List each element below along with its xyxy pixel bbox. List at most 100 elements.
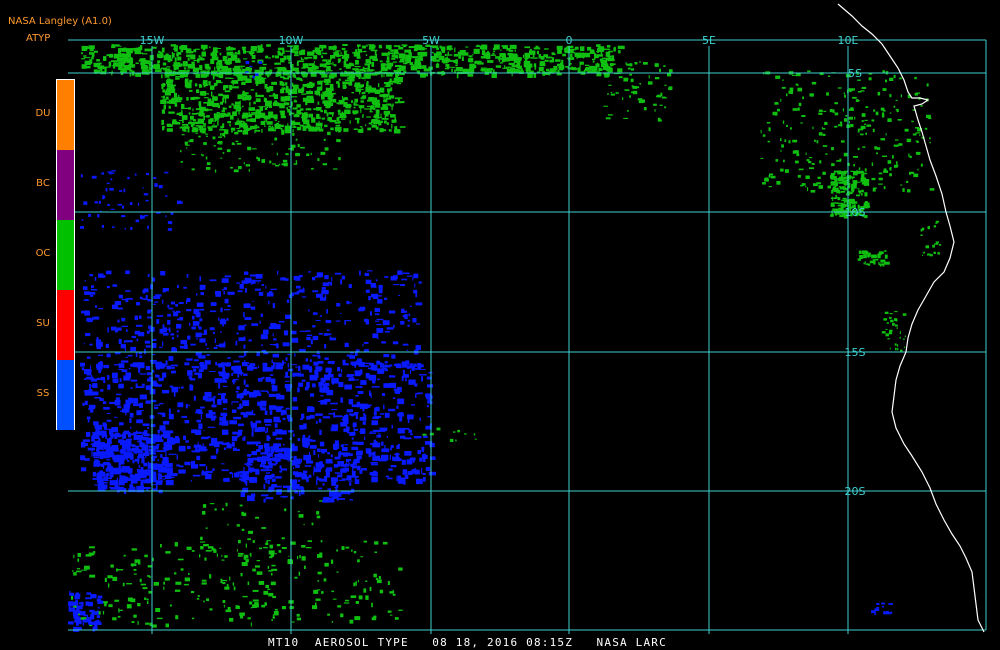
oc-pixel	[174, 542, 178, 547]
ss-pixel	[106, 412, 111, 414]
oc-pixel	[141, 65, 148, 70]
ss-pixel	[162, 447, 170, 450]
ss-pixel	[103, 364, 110, 369]
ss-pixel	[355, 413, 358, 420]
oc-pixel	[441, 74, 443, 76]
oc-pixel	[861, 120, 865, 122]
ss-pixel	[331, 424, 339, 429]
oc-pixel	[316, 86, 321, 91]
ss-pixel	[252, 300, 254, 303]
oc-pixel	[161, 119, 164, 125]
ss-pixel	[139, 436, 148, 440]
ss-pixel	[358, 362, 365, 367]
ss-pixel	[322, 282, 329, 287]
ss-pixel	[96, 377, 101, 380]
oc-pixel	[112, 576, 118, 581]
oc-pixel	[314, 55, 317, 60]
oc-pixel	[859, 192, 861, 194]
ss-pixel	[307, 407, 310, 413]
ss-pixel	[94, 305, 98, 308]
oc-pixel	[805, 152, 807, 155]
oc-pixel	[266, 121, 273, 125]
oc-pixel	[259, 106, 263, 112]
ss-pixel	[167, 221, 172, 224]
oc-pixel	[369, 86, 372, 89]
oc-pixel	[274, 137, 278, 141]
ss-pixel	[156, 319, 160, 324]
oc-pixel	[816, 140, 819, 144]
ss-pixel	[391, 354, 396, 359]
oc-pixel	[609, 63, 614, 67]
oc-pixel	[873, 109, 876, 112]
oc-pixel	[922, 254, 924, 256]
oc-pixel	[177, 56, 182, 61]
oc-pixel	[327, 101, 332, 104]
oc-pixel	[168, 99, 173, 104]
oc-pixel	[768, 186, 772, 188]
ss-pixel	[323, 496, 329, 503]
ss-pixel	[368, 296, 371, 301]
ss-pixel	[337, 498, 345, 500]
oc-pixel	[800, 122, 803, 124]
ss-pixel	[136, 399, 139, 403]
oc-pixel	[164, 55, 172, 60]
ss-pixel	[168, 307, 174, 310]
oc-pixel	[198, 135, 201, 138]
oc-pixel	[250, 125, 255, 129]
ss-pixel	[329, 282, 333, 286]
ss-pixel	[407, 324, 410, 327]
ss-pixel	[413, 363, 417, 367]
ss-pixel	[139, 394, 147, 400]
oc-pixel	[336, 102, 339, 104]
oc-pixel	[864, 261, 866, 265]
oc-pixel	[142, 587, 148, 590]
ss-pixel	[384, 368, 388, 372]
ss-pixel	[415, 302, 423, 306]
ss-pixel	[125, 372, 132, 378]
oc-pixel	[395, 65, 402, 68]
oc-pixel	[848, 108, 854, 111]
oc-pixel	[178, 112, 183, 116]
oc-pixel	[760, 157, 764, 159]
oc-pixel	[176, 52, 179, 57]
oc-pixel	[73, 572, 77, 576]
oc-pixel	[360, 97, 365, 100]
oc-pixel	[182, 118, 184, 124]
oc-pixel	[355, 49, 358, 55]
ss-pixel	[245, 481, 248, 484]
oc-pixel	[108, 61, 112, 67]
oc-pixel	[225, 502, 228, 507]
ss-pixel	[283, 496, 286, 498]
oc-pixel	[797, 87, 803, 92]
oc-pixel	[353, 102, 356, 106]
ss-pixel	[309, 414, 315, 419]
oc-pixel	[108, 604, 113, 608]
ss-pixel	[110, 487, 119, 490]
oc-pixel	[878, 183, 883, 185]
oc-pixel	[218, 93, 224, 97]
ss-pixel	[84, 378, 87, 380]
ss-pixel	[376, 323, 382, 326]
oc-pixel	[252, 540, 255, 543]
ss-pixel	[218, 371, 226, 374]
oc-pixel	[126, 583, 132, 585]
oc-pixel	[885, 79, 888, 83]
oc-pixel	[895, 108, 899, 111]
ss-pixel	[218, 317, 220, 321]
ss-pixel	[349, 499, 353, 501]
oc-pixel	[851, 184, 857, 189]
ss-pixel	[186, 298, 191, 302]
oc-pixel	[569, 62, 571, 66]
ss-pixel	[242, 488, 246, 491]
oc-pixel	[231, 80, 239, 84]
oc-pixel	[884, 250, 887, 252]
ss-pixel	[104, 447, 106, 450]
ss-pixel	[140, 467, 144, 471]
oc-pixel	[313, 51, 315, 54]
oc-pixel	[653, 103, 657, 106]
oc-pixel	[177, 63, 183, 67]
ss-pixel	[210, 455, 217, 459]
ss-pixel	[244, 317, 252, 320]
oc-pixel	[168, 105, 171, 109]
ss-pixel	[241, 280, 249, 284]
